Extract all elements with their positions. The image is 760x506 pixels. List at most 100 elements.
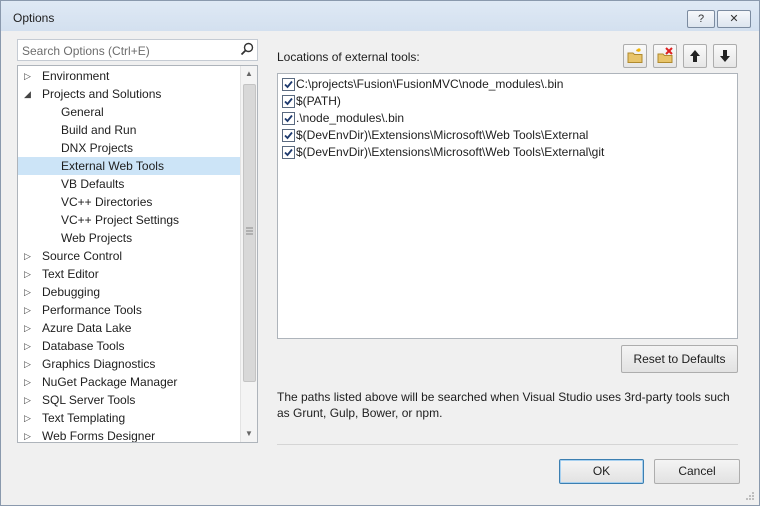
tree-item-label: VB Defaults: [61, 177, 125, 191]
tree-item-label: Source Control: [42, 249, 123, 263]
path-checkbox[interactable]: [282, 112, 295, 125]
checkmark-icon: [284, 97, 293, 106]
chevron-collapsed-icon[interactable]: ▷: [24, 319, 34, 337]
tree-item-label: Text Editor: [42, 267, 99, 281]
path-text: $(DevEnvDir)\Extensions\Microsoft\Web To…: [296, 128, 589, 142]
arrow-up-icon: [690, 50, 700, 62]
tree-item-label: DNX Projects: [61, 141, 134, 155]
dialog-content: Search Options (Ctrl+E) ▷ Environment ◢ Pro…: [9, 32, 751, 496]
search-placeholder: Search Options (Ctrl+E): [22, 44, 150, 58]
tree-item-label: Debugging: [42, 285, 101, 299]
arrow-down-icon: [720, 50, 730, 62]
path-text: .\node_modules\.bin: [296, 111, 405, 125]
tree-item[interactable]: VB Defaults: [18, 175, 240, 193]
add-folder-button[interactable]: [623, 44, 647, 68]
path-checkbox[interactable]: [282, 146, 295, 159]
tree-item-label: Web Forms Designer: [42, 429, 156, 443]
move-down-button[interactable]: [713, 44, 737, 68]
tree-item[interactable]: ▷ Source Control: [18, 247, 240, 265]
window-title: Options: [13, 11, 55, 25]
chevron-collapsed-icon[interactable]: ▷: [24, 409, 34, 427]
tree-item[interactable]: ▷ Web Forms Designer: [18, 427, 240, 443]
chevron-collapsed-icon[interactable]: ▷: [24, 427, 34, 442]
tree-item[interactable]: ▷ Debugging: [18, 283, 240, 301]
chevron-collapsed-icon[interactable]: ▷: [24, 67, 34, 85]
locations-label: Locations of external tools:: [277, 50, 420, 64]
chevron-expanded-icon[interactable]: ◢: [24, 85, 34, 103]
path-text: C:\projects\Fusion\FusionMVC\node_module…: [296, 77, 564, 91]
chevron-collapsed-icon[interactable]: ▷: [24, 391, 34, 409]
new-folder-icon: [627, 48, 643, 63]
tree-item[interactable]: ▷ NuGet Package Manager: [18, 373, 240, 391]
tree-item-label: VC++ Project Settings: [61, 213, 180, 227]
chevron-collapsed-icon[interactable]: ▷: [24, 301, 34, 319]
tree-item[interactable]: VC++ Directories: [18, 193, 240, 211]
tree-item-label: NuGet Package Manager: [42, 375, 178, 389]
chevron-collapsed-icon[interactable]: ▷: [24, 337, 34, 355]
tree-item[interactable]: VC++ Project Settings: [18, 211, 240, 229]
options-dialog: Options ? ✕ Search Options (Ctrl+E) ▷ Env…: [0, 0, 760, 506]
tree-item[interactable]: External Web Tools: [18, 157, 240, 175]
title-bar[interactable]: Options ? ✕: [1, 1, 759, 31]
scroll-up-arrow-icon[interactable]: ▲: [241, 66, 257, 82]
tree-item-label: Graphics Diagnostics: [42, 357, 156, 371]
path-text: $(DevEnvDir)\Extensions\Microsoft\Web To…: [296, 145, 605, 159]
tree-scrollbar[interactable]: ▲ ▼: [240, 66, 257, 442]
checkmark-icon: [284, 148, 293, 157]
tree-item[interactable]: ▷ Performance Tools: [18, 301, 240, 319]
tree-item-label: Environment: [42, 69, 110, 83]
description-text: The paths listed above will be searched …: [277, 390, 730, 420]
grip-icon: [246, 227, 253, 235]
search-input[interactable]: Search Options (Ctrl+E): [17, 39, 258, 61]
tree-item[interactable]: ▷ Text Editor: [18, 265, 240, 283]
tree-item-label: Text Templating: [42, 411, 126, 425]
tree-item[interactable]: ▷ Text Templating: [18, 409, 240, 427]
tree-item-label: Web Projects: [61, 231, 133, 245]
tree-item-label: Build and Run: [61, 123, 137, 137]
tree-item-label: Database Tools: [42, 339, 125, 353]
divider: [277, 444, 738, 445]
tree-item[interactable]: Web Projects: [18, 229, 240, 247]
tree-item[interactable]: ▷ Azure Data Lake: [18, 319, 240, 337]
search-icon[interactable]: [240, 42, 254, 59]
chevron-collapsed-icon[interactable]: ▷: [24, 247, 34, 265]
reset-to-defaults-button[interactable]: Reset to Defaults: [621, 345, 738, 373]
chevron-collapsed-icon[interactable]: ▷: [24, 265, 34, 283]
chevron-collapsed-icon[interactable]: ▷: [24, 283, 34, 301]
path-checkbox[interactable]: [282, 129, 295, 142]
path-checkbox[interactable]: [282, 95, 295, 108]
checkmark-icon: [284, 131, 293, 140]
tree-item-label: SQL Server Tools: [42, 393, 136, 407]
options-tree[interactable]: ▷ Environment ◢ Projects and Solutions Gener…: [17, 65, 258, 443]
scroll-down-arrow-icon[interactable]: ▼: [241, 426, 257, 442]
path-checkbox[interactable]: [282, 78, 295, 91]
chevron-collapsed-icon[interactable]: ▷: [24, 355, 34, 373]
close-button[interactable]: ✕: [717, 10, 751, 28]
tree-item[interactable]: ◢ Projects and Solutions: [18, 85, 240, 103]
tree-item[interactable]: ▷ Graphics Diagnostics: [18, 355, 240, 373]
tree-item[interactable]: Build and Run: [18, 121, 240, 139]
tree-item[interactable]: General: [18, 103, 240, 121]
tree-item[interactable]: ▷ Environment: [18, 67, 240, 85]
resize-grip-icon[interactable]: [745, 491, 755, 501]
cancel-button[interactable]: Cancel: [654, 459, 740, 484]
checkmark-icon: [284, 114, 293, 123]
tree-item[interactable]: DNX Projects: [18, 139, 240, 157]
checkmark-icon: [284, 80, 293, 89]
tree-item-label: External Web Tools: [61, 159, 164, 173]
tree-item-label: Performance Tools: [42, 303, 142, 317]
tree-item-label: Projects and Solutions: [42, 87, 162, 101]
tree-item-label: VC++ Directories: [61, 195, 153, 209]
paths-list[interactable]: C:\projects\Fusion\FusionMVC\node_module…: [277, 73, 738, 339]
ok-button[interactable]: OK: [559, 459, 644, 484]
path-text: $(PATH): [296, 94, 341, 108]
help-button[interactable]: ?: [687, 10, 715, 28]
move-up-button[interactable]: [683, 44, 707, 68]
chevron-collapsed-icon[interactable]: ▷: [24, 373, 34, 391]
scroll-thumb[interactable]: [243, 84, 256, 382]
tree-item-label: Azure Data Lake: [42, 321, 132, 335]
remove-folder-button[interactable]: [653, 44, 677, 68]
tree-item[interactable]: ▷ Database Tools: [18, 337, 240, 355]
tree-item[interactable]: ▷ SQL Server Tools: [18, 391, 240, 409]
tree-item-label: General: [61, 105, 104, 119]
